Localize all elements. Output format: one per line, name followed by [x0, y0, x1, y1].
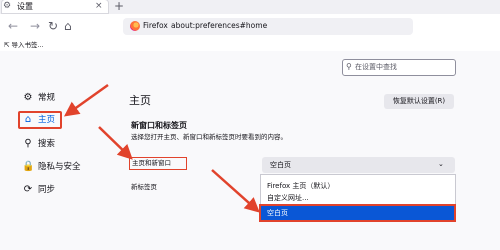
- sidebar-item-home[interactable]: ⌂ 主页: [22, 111, 55, 128]
- import-bookmarks-link[interactable]: ⇱ 导入书签...: [4, 40, 44, 50]
- reload-icon[interactable]: ↻: [48, 19, 58, 33]
- bookmarks-bar: [0, 40, 500, 51]
- sidebar-item-sync[interactable]: ⟳ 同步: [22, 181, 55, 198]
- option-firefox-home[interactable]: Firefox 主页（默认）: [265, 180, 452, 192]
- sidebar-item-general[interactable]: ⚙ 常规: [22, 89, 56, 106]
- url-text[interactable]: about:preferences#home: [171, 20, 267, 32]
- sync-icon: ⟳: [23, 184, 33, 195]
- section-title: 新窗口和标签页: [131, 121, 187, 130]
- close-icon[interactable]: ×: [95, 0, 103, 12]
- gear-icon: ⚙: [3, 1, 12, 11]
- page-title: 主页: [129, 94, 151, 107]
- new-tab-icon[interactable]: +: [114, 0, 124, 13]
- tab-title: 设置: [17, 2, 33, 11]
- chevron-down-icon: ⌄: [438, 160, 444, 168]
- restore-defaults-button[interactable]: 恢复默认设置(R): [384, 94, 454, 109]
- home-icon: ⌂: [24, 114, 32, 125]
- import-icon: ⇱: [4, 41, 12, 49]
- option-custom-url[interactable]: 自定义网址...: [265, 192, 452, 204]
- option-blank-page[interactable]: 空白页: [259, 204, 456, 222]
- search-icon: ⚲: [24, 138, 32, 149]
- home-new-window-label: 主页和新窗口: [129, 157, 187, 170]
- back-arrow-icon[interactable]: ←: [8, 19, 18, 33]
- gear-icon: ⚙: [23, 92, 33, 103]
- select-value: 空白页: [270, 161, 291, 169]
- firefox-icon: [130, 21, 140, 31]
- sidebar-item-search[interactable]: ⚲ 搜索: [22, 135, 55, 152]
- search-icon: ⚲: [346, 62, 352, 71]
- new-tab-label: 新标签页: [131, 183, 157, 191]
- identity-label[interactable]: Firefox: [143, 20, 168, 32]
- search-placeholder: 在设置中查找: [355, 63, 397, 71]
- sidebar-item-privacy[interactable]: 🔒 隐私与安全: [22, 158, 81, 175]
- home-icon[interactable]: ⌂: [64, 19, 72, 33]
- section-description: 选择您打开主页、新窗口和新标签页时要看到的内容。: [131, 133, 287, 141]
- lock-icon: 🔒: [22, 161, 35, 172]
- forward-arrow-icon[interactable]: →: [30, 19, 40, 33]
